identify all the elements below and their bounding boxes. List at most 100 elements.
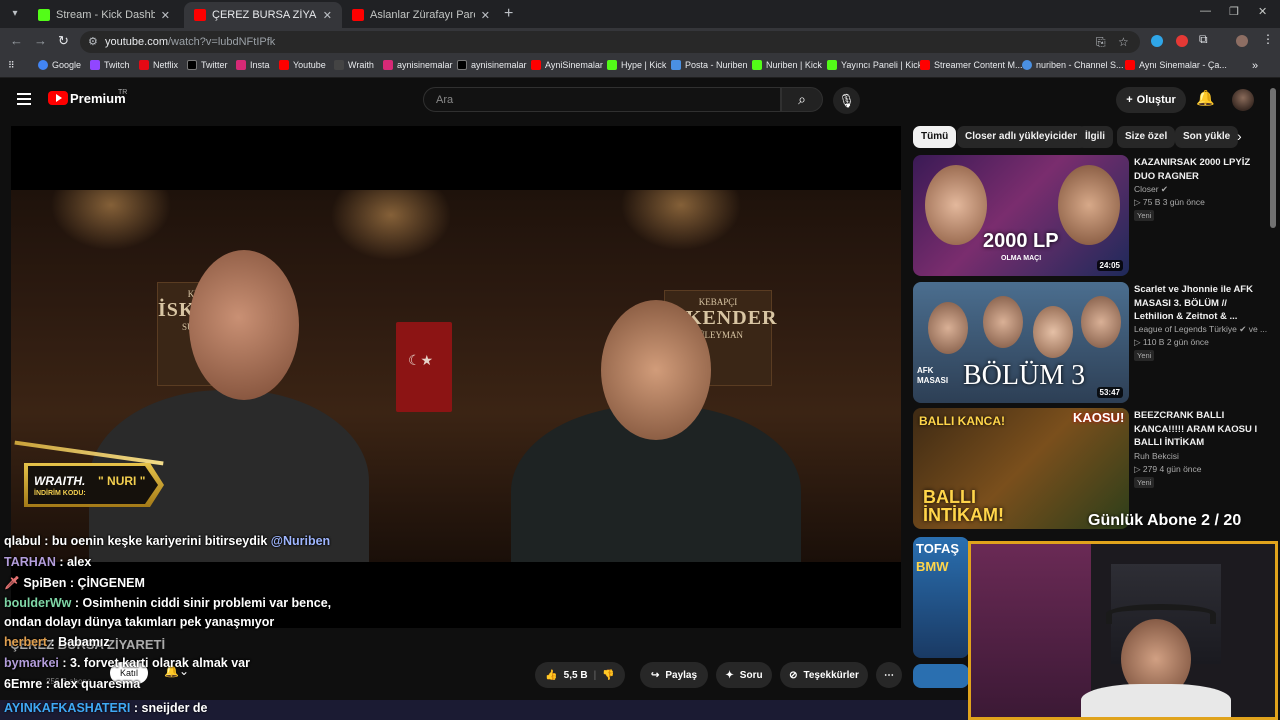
region-code: TR bbox=[118, 89, 128, 96]
like-icon[interactable]: 👍 bbox=[545, 670, 557, 681]
recommendation-meta: ▷ 110 B 2 gün önce bbox=[1134, 337, 1209, 347]
video-thumbnail[interactable]: BALLI KANCA! BALLI İNTİKAM! KAOSU! bbox=[913, 408, 1129, 529]
window-close-icon[interactable]: ✕ bbox=[1258, 5, 1267, 18]
chat-message: 🗡 SpiBen : ÇİNGENEM bbox=[4, 576, 145, 590]
bookmark-yayinci-paneli[interactable]: Yayıncı Paneli | Kick bbox=[827, 60, 922, 70]
tab-label: ÇEREZ BURSA ZİYARETİ - YouTube bbox=[212, 9, 317, 21]
tab-youtube-lions[interactable]: Aslanlar Zürafayı Parçaladı! | An ✕ bbox=[342, 2, 500, 28]
recommendation-item[interactable]: BALLI KANCA! BALLI İNTİKAM! KAOSU! BEEZC… bbox=[913, 408, 1258, 529]
create-button[interactable]: + Oluştur bbox=[1116, 87, 1186, 113]
chat-message: qlabul : bu oenin keşke kariyerini bitir… bbox=[4, 534, 331, 548]
bookmark-twitch[interactable]: Twitch bbox=[90, 60, 130, 70]
chip-for-you[interactable]: Size özel bbox=[1117, 126, 1176, 148]
like-count[interactable]: 5,5 B bbox=[564, 670, 588, 681]
chip-all[interactable]: Tümü bbox=[913, 126, 957, 148]
tab-youtube-video[interactable]: ÇEREZ BURSA ZİYARETİ - YouTube ✕ bbox=[184, 2, 342, 28]
recommendation-item[interactable]: TOFAŞ BMW bbox=[913, 537, 969, 658]
sponsor-code: " NURI " bbox=[98, 474, 146, 488]
recommendation-title[interactable]: Scarlet ve Jhonnie ile AFK MASASI 3. BÖL… bbox=[1134, 283, 1258, 324]
avatar[interactable] bbox=[1232, 89, 1254, 111]
thanks-button[interactable]: ⊘ Teşekkürler bbox=[780, 662, 868, 688]
chat-message: bymarkei : 3. forvet karti olarak almak … bbox=[4, 656, 250, 670]
new-tab-button[interactable]: + bbox=[504, 5, 513, 23]
ask-button[interactable]: ✦ Soru bbox=[716, 662, 772, 688]
bookmark-ayni-sinemalar[interactable]: Aynı Sinemalar - Ça... bbox=[1125, 60, 1227, 70]
recommendation-channel[interactable]: Closer ✔ bbox=[1134, 184, 1168, 195]
duration-badge: 24:05 bbox=[1096, 260, 1123, 271]
close-icon[interactable]: ✕ bbox=[323, 9, 332, 22]
bookmark-streamer-content[interactable]: Streamer Content M... bbox=[920, 60, 1023, 70]
bookmark-posta[interactable]: Posta - Nuriben bbox=[671, 60, 748, 70]
recommendation-item[interactable]: AFK MASASI BÖLÜM 3 53:47 Scarlet ve Jhon… bbox=[913, 282, 1267, 403]
person-right-head bbox=[601, 300, 711, 440]
restore-icon[interactable]: ❐ bbox=[1229, 5, 1239, 18]
youtube-favicon-icon bbox=[194, 9, 206, 21]
bookmark-google[interactable]: Google bbox=[38, 60, 81, 70]
daily-subscriber-counter: Günlük Abone 2 / 20 bbox=[1088, 512, 1242, 529]
tab-label: Aslanlar Zürafayı Parçaladı! | An bbox=[370, 9, 475, 21]
video-thumbnail[interactable]: TOFAŞ BMW bbox=[913, 537, 969, 658]
dislike-icon[interactable]: 👎 bbox=[602, 670, 614, 681]
bookmark-youtube[interactable]: Youtube bbox=[279, 60, 326, 70]
microphone-icon[interactable]: 🎙 bbox=[833, 87, 860, 114]
bookmark-insta[interactable]: Insta bbox=[236, 60, 270, 70]
site-info-icon[interactable]: ⚙ bbox=[88, 35, 98, 48]
recommendation-item[interactable]: 2000 LP OLMA MAÇI 24:05 KAZANIRSAK 2000 … bbox=[913, 155, 1258, 276]
chip-recent[interactable]: Son yükle bbox=[1175, 126, 1239, 148]
back-icon[interactable]: ← bbox=[10, 33, 23, 48]
chip-related[interactable]: İlgili bbox=[1077, 126, 1113, 148]
address-bar[interactable]: ⚙ youtube.com/watch?v=lubdNFtIPfk ⎘ ☆ bbox=[80, 31, 1140, 53]
bookmark-nuriben-kick[interactable]: Nuriben | Kick bbox=[752, 60, 822, 70]
browser-toolbar: ← → ↻ ⚙ youtube.com/watch?v=lubdNFtIPfk … bbox=[0, 28, 1280, 56]
recommendation-channel[interactable]: League of Legends Türkiye ✔ ve ... bbox=[1134, 324, 1267, 335]
recommendation-channel[interactable]: Ruh Bekcisi bbox=[1134, 451, 1179, 461]
reload-icon[interactable]: ↻ bbox=[58, 33, 69, 49]
bookmark-wraith[interactable]: Wraith bbox=[334, 60, 374, 70]
youtube-logo-icon[interactable] bbox=[48, 91, 68, 105]
notifications-bell-icon[interactable]: 🔔 bbox=[1196, 89, 1215, 107]
page-scrollbar[interactable] bbox=[1270, 88, 1276, 228]
bookmark-aynisinemalar-x[interactable]: aynisinemalar bbox=[457, 60, 527, 70]
search-icon[interactable]: ⌕ bbox=[781, 87, 823, 112]
tab-search-icon[interactable]: ▾ bbox=[6, 6, 24, 22]
menu-kebab-icon[interactable]: ⋮ bbox=[1262, 32, 1274, 46]
sponsor-brand: WRAITH. bbox=[34, 474, 86, 488]
forward-icon[interactable]: → bbox=[34, 33, 47, 48]
close-icon[interactable]: ✕ bbox=[481, 9, 490, 22]
video-thumbnail[interactable]: 2000 LP OLMA MAÇI 24:05 bbox=[913, 155, 1129, 276]
more-actions-icon[interactable]: ⋯ bbox=[876, 662, 902, 688]
url-text: youtube.com/watch?v=lubdNFtIPfk bbox=[105, 36, 276, 48]
bookmark-netflix[interactable]: Netflix bbox=[139, 60, 178, 70]
chevron-right-icon[interactable]: › bbox=[1237, 128, 1242, 144]
apps-grid-icon[interactable]: ⠿ bbox=[8, 60, 15, 71]
bookmark-nuriben-channel[interactable]: nuriben - Channel S... bbox=[1022, 60, 1124, 70]
turkish-flag bbox=[396, 322, 452, 412]
extension-icon[interactable] bbox=[1151, 35, 1163, 47]
bookmark-hype-kick[interactable]: Hype | Kick bbox=[607, 60, 666, 70]
bookmark-twitter[interactable]: Twitter bbox=[187, 60, 228, 70]
share-button[interactable]: ↪ Paylaş bbox=[640, 662, 708, 688]
extension-icon[interactable] bbox=[1176, 35, 1188, 47]
menu-icon[interactable] bbox=[17, 93, 31, 105]
bookmark-aynisinemalar-insta[interactable]: aynisinemalar bbox=[383, 60, 453, 70]
recommendation-meta: ▷ 279 4 gün önce bbox=[1134, 464, 1202, 474]
recommendation-title[interactable]: KAZANIRSAK 2000 LPYİZ DUO RAGNER bbox=[1134, 156, 1258, 183]
chip-uploader[interactable]: Closer adlı yükleyiciden bbox=[957, 126, 1087, 148]
close-icon[interactable]: ✕ bbox=[161, 9, 170, 22]
sword-badge-icon: 🗡 bbox=[4, 576, 24, 590]
more-bookmarks-icon[interactable]: » bbox=[1252, 60, 1258, 72]
video-thumbnail[interactable] bbox=[913, 664, 969, 688]
bookmark-star-icon[interactable]: ☆ bbox=[1118, 35, 1129, 49]
new-badge: Yeni bbox=[1134, 350, 1155, 361]
bookmark-aynisinemalar-yt[interactable]: AyniSinemalar bbox=[531, 60, 603, 70]
extensions-puzzle-icon[interactable]: ⧉ bbox=[1199, 32, 1208, 47]
recommendation-meta: ▷ 75 B 3 gün önce bbox=[1134, 197, 1205, 207]
recommendation-title[interactable]: BEEZCRANK BALLI KANCA!!!!! ARAM KAOSU I … bbox=[1134, 409, 1258, 450]
install-app-icon[interactable]: ⎘ bbox=[1096, 35, 1106, 50]
video-thumbnail[interactable]: AFK MASASI BÖLÜM 3 53:47 bbox=[913, 282, 1129, 403]
tab-kick-dashboard[interactable]: Stream - Kick Dashboard ✕ bbox=[28, 2, 180, 28]
minimize-icon[interactable]: — bbox=[1200, 5, 1211, 17]
share-icon: ↪ bbox=[650, 669, 660, 681]
profile-avatar-icon[interactable] bbox=[1236, 35, 1248, 47]
search-input[interactable]: Ara bbox=[423, 87, 781, 112]
